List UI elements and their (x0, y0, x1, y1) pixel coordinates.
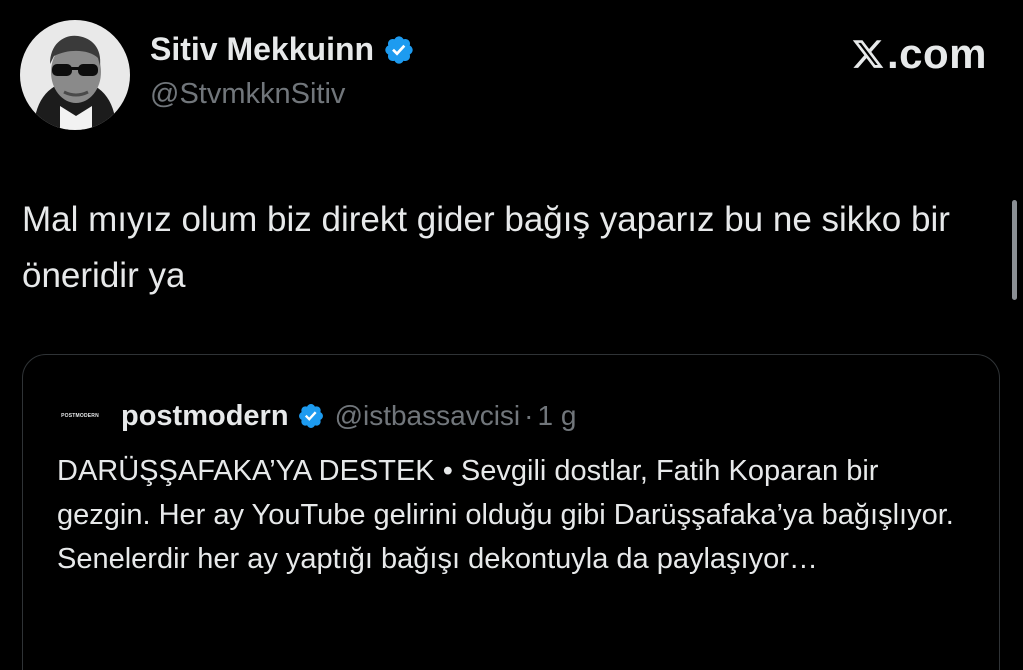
tweet-screenshot: Sitiv Mekkuinn @StvmkknSitiv .com Mal mı… (0, 0, 1023, 670)
brand-watermark: .com (851, 30, 987, 78)
verified-badge-icon (383, 34, 415, 66)
quoted-tweet-header: POSTMODERN postmodern @istbassavcisi · 1… (57, 393, 576, 439)
quoted-tweet-time[interactable]: 1 g (537, 400, 576, 432)
author-handle[interactable]: @StvmkknSitiv (150, 78, 345, 111)
x-logo-icon (851, 37, 885, 71)
author-name-label[interactable]: Sitiv Mekkuinn (150, 31, 374, 68)
quoted-avatar-text: POSTMODERN (61, 413, 99, 419)
author-avatar[interactable] (20, 20, 130, 130)
tweet-text: Mal mıyız olum biz direkt gider bağış ya… (22, 200, 950, 295)
author-name[interactable]: Sitiv Mekkuinn (150, 31, 415, 68)
quoted-tweet-text: DARÜŞŞAFAKA’YA DESTEK • Sevgili dostlar,… (57, 455, 954, 575)
quoted-tweet-card[interactable]: POSTMODERN postmodern @istbassavcisi · 1… (22, 354, 1000, 670)
quoted-author-handle[interactable]: @istbassavcisi (335, 400, 521, 432)
quoted-author-name[interactable]: postmodern (121, 400, 289, 433)
verified-badge-icon (297, 402, 325, 430)
quoted-author-avatar[interactable]: POSTMODERN (57, 393, 103, 439)
brand-label: .com (886, 30, 987, 77)
scrollbar[interactable] (1012, 200, 1017, 300)
meta-separator: · (524, 400, 534, 431)
